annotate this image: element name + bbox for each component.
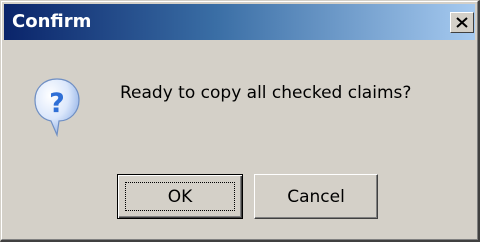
message-text: Ready to copy all checked claims? bbox=[120, 83, 412, 103]
close-icon bbox=[456, 17, 468, 28]
title-bar[interactable]: Confirm bbox=[4, 4, 475, 40]
svg-text:?: ? bbox=[49, 88, 65, 119]
ok-button-label: OK bbox=[167, 186, 193, 207]
cancel-button-label: Cancel bbox=[287, 186, 345, 207]
cancel-button[interactable]: Cancel bbox=[254, 174, 378, 219]
close-button[interactable] bbox=[450, 12, 474, 33]
ok-button[interactable]: OK bbox=[117, 174, 243, 219]
confirm-dialog: Confirm ? Ready to copy all checked clai… bbox=[0, 0, 480, 242]
question-icon: ? bbox=[33, 77, 81, 138]
dialog-title: Confirm bbox=[12, 11, 92, 32]
